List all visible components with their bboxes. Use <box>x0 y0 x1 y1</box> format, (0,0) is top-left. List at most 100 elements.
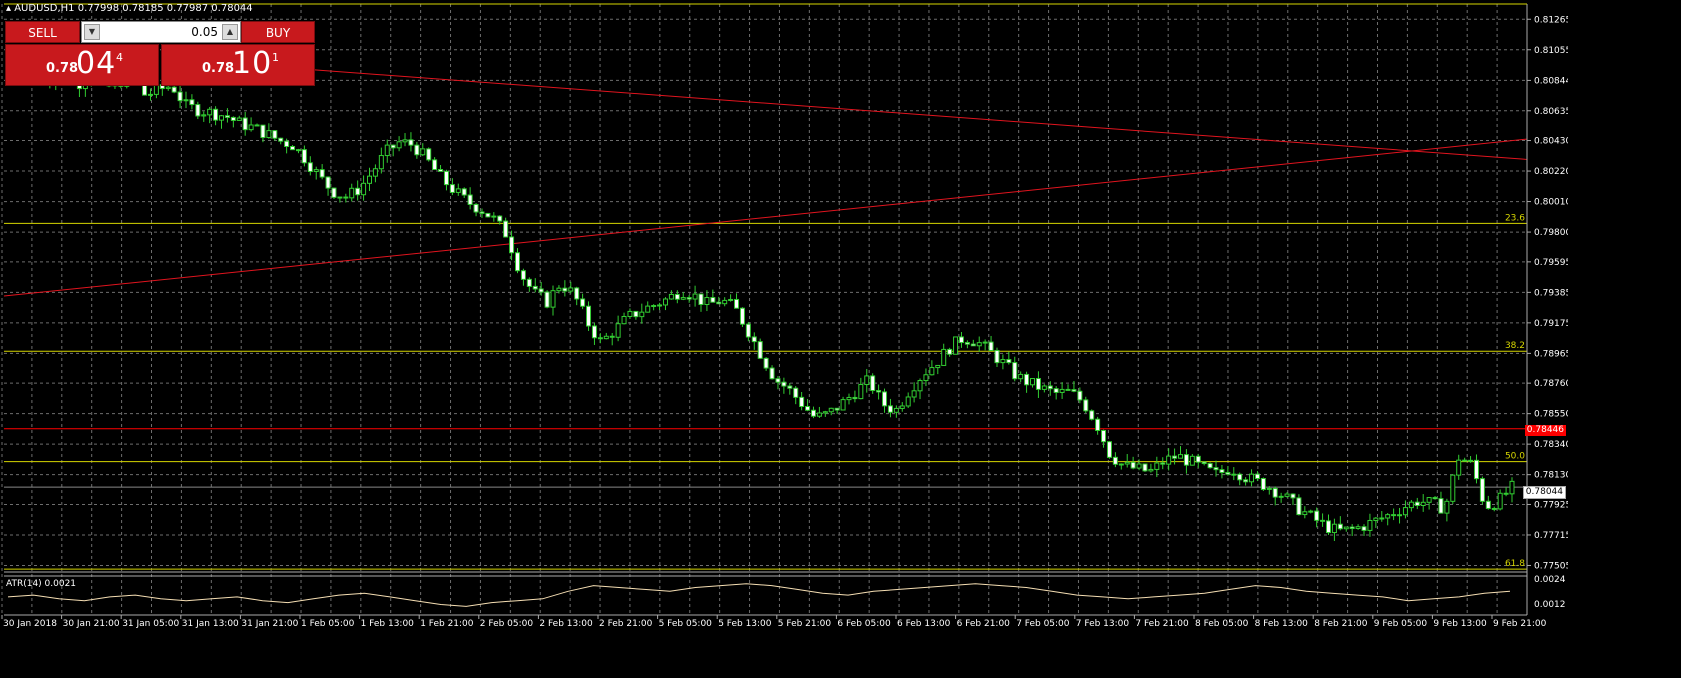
lot-size-input[interactable]: ▼ 0.05 ▲ <box>81 21 241 43</box>
candle-body <box>420 148 426 156</box>
candle-body <box>349 187 355 199</box>
candle-body <box>745 323 751 338</box>
candle-body <box>260 124 266 139</box>
candle-body <box>1290 493 1296 499</box>
sell-button[interactable]: SELL <box>5 21 80 43</box>
price-chart[interactable]: 23.6 38.2 50.0 61.8 0.81265 0.81055 0.80844 0.… <box>0 0 1568 632</box>
candle-body <box>615 323 621 338</box>
candle-body <box>840 399 846 411</box>
candle-body <box>408 139 414 146</box>
time-axis-label: 8 Feb 21:00 <box>1314 619 1368 629</box>
candle-body <box>591 325 597 339</box>
buy-price-button[interactable]: 0.78 10 1 <box>161 44 315 86</box>
atr-label: ATR(14) 0.0021 <box>6 579 76 589</box>
candle-body <box>929 367 935 376</box>
candle-body <box>1367 519 1373 531</box>
candle-body <box>1284 493 1290 497</box>
candle-body <box>414 144 420 156</box>
candle-body <box>1195 455 1201 463</box>
time-axis-label: 7 Feb 21:00 <box>1135 619 1189 629</box>
candle-body <box>1154 462 1160 470</box>
candle-body <box>1142 463 1148 472</box>
candle-body <box>1260 478 1266 490</box>
candle-body <box>295 149 301 152</box>
candle-body <box>254 124 260 127</box>
candle-body <box>846 396 852 401</box>
candle-body <box>1320 519 1326 522</box>
time-axis-label: 5 Feb 13:00 <box>718 619 772 629</box>
candle-body <box>449 184 455 193</box>
time-axis-label: 6 Feb 21:00 <box>957 619 1011 629</box>
price-axis-label: 0.80220 <box>1534 167 1568 177</box>
candle-body <box>1302 511 1308 516</box>
candle-body <box>680 297 686 300</box>
candle-body <box>171 86 177 93</box>
candle-body <box>657 304 663 307</box>
last-price-tag: 0.78044 <box>1522 486 1566 499</box>
price-axis-label: 0.79175 <box>1534 319 1568 329</box>
candle-body <box>325 176 331 189</box>
candle-body <box>248 124 254 131</box>
candle-body <box>609 335 615 338</box>
candle-body <box>603 335 609 340</box>
candle-body <box>497 215 503 222</box>
time-axis-label: 6 Feb 05:00 <box>837 619 891 629</box>
candle-body <box>426 148 432 161</box>
time-axis-label: 1 Feb 21:00 <box>420 619 474 629</box>
price-axis-label: 0.81055 <box>1534 46 1568 56</box>
candle-body <box>242 117 248 131</box>
candle-body <box>858 384 864 400</box>
candle-body <box>674 293 680 300</box>
candle-body <box>1491 507 1497 510</box>
candle-body <box>905 396 911 407</box>
candle-body <box>1183 454 1189 466</box>
candle-body <box>207 108 213 116</box>
candle-body <box>390 144 396 149</box>
candle-body <box>526 278 532 287</box>
candle-body <box>1201 461 1207 465</box>
candle-body <box>633 310 639 318</box>
candle-body <box>870 375 876 392</box>
atr-axis-label: 0.0012 <box>1534 600 1566 610</box>
candle-body <box>662 298 668 306</box>
candle-body <box>284 140 290 147</box>
chart-title: ▴ AUDUSD,H1 0.77998 0.78185 0.77987 0.78… <box>6 3 253 14</box>
collapse-arrow-icon[interactable]: ▴ <box>6 3 11 14</box>
candle-body <box>272 130 278 139</box>
buy-price-big: 10 <box>232 46 273 81</box>
candle-body <box>1343 526 1349 530</box>
candle-body <box>716 301 722 305</box>
time-axis-label: 31 Jan 21:00 <box>241 619 298 629</box>
candle-body <box>1272 487 1278 498</box>
candle-body <box>213 108 219 121</box>
candle-body <box>544 291 550 308</box>
candle-body <box>1219 469 1225 473</box>
time-axis-label: 2 Feb 13:00 <box>539 619 593 629</box>
candle-body <box>1148 468 1154 472</box>
candle-body <box>1130 461 1136 469</box>
candle-body <box>1112 456 1118 465</box>
candle-body <box>876 390 882 393</box>
candle-body <box>1118 463 1124 466</box>
candle-body <box>467 194 473 205</box>
candle-body <box>1497 492 1503 510</box>
candle-body <box>1053 388 1059 393</box>
candle-body <box>1095 418 1101 432</box>
candle-body <box>686 297 692 300</box>
candle-body <box>1355 526 1361 530</box>
lot-value[interactable]: 0.05 <box>191 25 218 39</box>
price-axis-label: 0.79595 <box>1534 258 1568 268</box>
candle-body <box>1473 459 1479 480</box>
lot-increase-icon[interactable]: ▲ <box>222 24 238 40</box>
candle-body <box>189 99 195 106</box>
candle-body <box>1278 495 1284 498</box>
candle-body <box>1059 388 1065 393</box>
sell-price-button[interactable]: 0.78 04 4 <box>5 44 159 86</box>
time-axis-label: 2 Feb 05:00 <box>480 619 534 629</box>
lot-decrease-icon[interactable]: ▼ <box>84 24 100 40</box>
candle-body <box>331 187 337 198</box>
candle-body <box>556 287 562 292</box>
buy-button[interactable]: BUY <box>241 21 315 43</box>
time-axis-label: 7 Feb 05:00 <box>1016 619 1070 629</box>
candle-body <box>1349 526 1355 530</box>
